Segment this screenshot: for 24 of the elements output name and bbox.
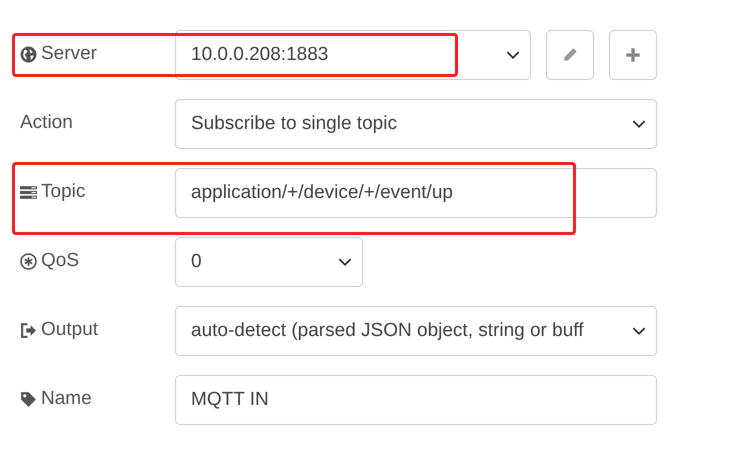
sign-out-icon xyxy=(20,322,37,338)
asterisk-icon xyxy=(20,252,37,270)
input-field[interactable]: application/+/device/+/event/up xyxy=(175,168,657,218)
add-button[interactable] xyxy=(609,30,657,80)
chevron-icon xyxy=(338,258,352,266)
input-field[interactable]: MQTT IN xyxy=(175,375,657,425)
edit-button[interactable] xyxy=(546,30,594,80)
globe-icon xyxy=(20,46,37,62)
field-label: Topic xyxy=(41,181,86,203)
tag-icon xyxy=(20,390,37,408)
field-label: Server xyxy=(41,43,97,65)
field-label: Output xyxy=(41,319,98,341)
chevron-icon xyxy=(506,50,520,60)
select-field[interactable]: 10.0.0.208:1883 xyxy=(175,30,531,80)
plus-icon xyxy=(624,46,642,64)
select-field[interactable]: Subscribe to single topic xyxy=(175,99,657,149)
select-field[interactable]: 0 xyxy=(175,237,363,287)
field-label: Action xyxy=(20,112,73,134)
chevron-icon xyxy=(632,326,646,336)
chevron-icon xyxy=(632,120,646,128)
select-field[interactable]: auto-detect (parsed JSON object, string or buff xyxy=(175,306,657,356)
field-label: Name xyxy=(41,388,92,410)
field-label: QoS xyxy=(41,250,80,272)
list-icon xyxy=(20,184,37,200)
